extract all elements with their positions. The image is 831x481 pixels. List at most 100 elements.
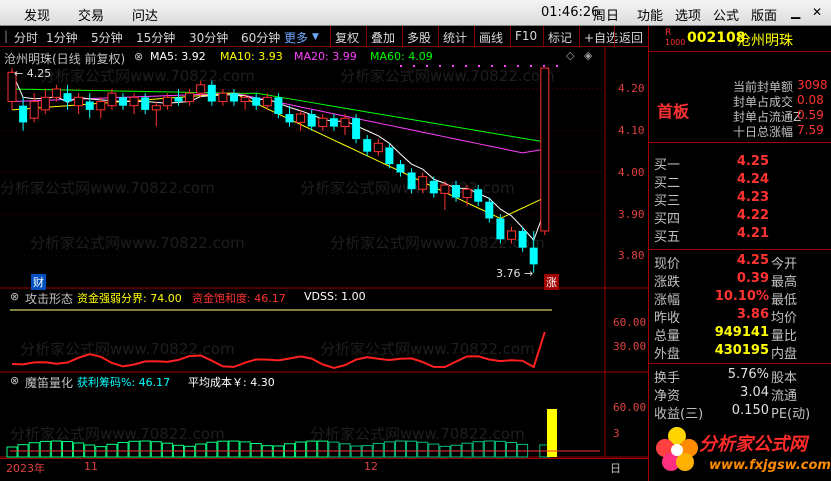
diamond-icon[interactable]: ◇ bbox=[566, 49, 574, 62]
multi-stock-button[interactable]: 多股 bbox=[402, 26, 435, 46]
stat-label: 收益(三) bbox=[654, 407, 704, 422]
menu-ask[interactable]: 问达 bbox=[132, 5, 158, 24]
candle-body-up bbox=[107, 92, 117, 107]
candle-body-down bbox=[474, 189, 483, 202]
indicator1-tick: 30.00 bbox=[613, 340, 647, 353]
draw-line-button[interactable]: 画线 bbox=[474, 26, 507, 46]
indicator1-options-icon[interactable]: ⊗ bbox=[10, 290, 19, 303]
vdss-label: VDSS: 1.00 bbox=[304, 290, 366, 303]
f10-button[interactable]: F10 bbox=[510, 26, 541, 46]
price-tick: 4.00 bbox=[618, 166, 645, 179]
minimize-icon[interactable]: ▁ bbox=[791, 5, 800, 19]
candle-body-up bbox=[151, 105, 161, 111]
tab-60min[interactable]: 60分钟 bbox=[241, 29, 280, 46]
tab-5min[interactable]: 5分钟 bbox=[91, 29, 123, 46]
quote-value: 4.25 bbox=[736, 253, 769, 268]
candle-body-down bbox=[529, 247, 538, 265]
chip-bar bbox=[350, 445, 362, 458]
chip-bar bbox=[239, 441, 251, 458]
tab-intraday[interactable]: 分时 bbox=[14, 29, 38, 46]
chip-bar bbox=[117, 441, 129, 458]
menu-formula[interactable]: 公式 bbox=[713, 5, 739, 24]
chip-bar bbox=[483, 440, 495, 458]
indicator2-options-icon[interactable]: ⊗ bbox=[10, 374, 19, 387]
tab-15min[interactable]: 15分钟 bbox=[136, 29, 175, 46]
quote-row: 昨收 3.86 均价 bbox=[649, 307, 831, 326]
stats-row: 收益(三) 0.150 PE(动) bbox=[649, 403, 831, 422]
menu-layout[interactable]: 版面 bbox=[751, 5, 777, 24]
candle-body-down bbox=[518, 230, 527, 248]
toolbar-grip-icon: | bbox=[4, 29, 9, 43]
chip-bar bbox=[6, 446, 18, 458]
marker-dot bbox=[478, 65, 480, 67]
expand-icon[interactable]: ◈ bbox=[584, 49, 592, 62]
candle-body-up bbox=[129, 96, 139, 107]
saturation-label: 资金饱和度: 46.17 bbox=[192, 292, 286, 305]
chart-options-icon[interactable]: ⊗ bbox=[134, 50, 143, 63]
chip-bar bbox=[328, 441, 340, 458]
indicator2-name: 魔笛量化 bbox=[25, 376, 74, 390]
candle-body-down bbox=[407, 172, 416, 190]
indicator1-tick: 60.00 bbox=[613, 316, 647, 329]
menu-options[interactable]: 选项 bbox=[675, 5, 701, 24]
mark-button[interactable]: 标记 bbox=[543, 26, 576, 46]
marker-dot bbox=[439, 65, 441, 67]
order-book-row: 买四 4.22 bbox=[649, 208, 831, 227]
overlay-button[interactable]: 叠加 bbox=[366, 26, 399, 46]
marker-dot bbox=[413, 65, 415, 67]
marker-dot bbox=[491, 65, 493, 67]
quote-right-label: 内盘 bbox=[771, 347, 798, 362]
quote-right-label: 均价 bbox=[771, 311, 798, 326]
candle-body-up bbox=[196, 84, 206, 94]
chip-bar bbox=[306, 440, 318, 458]
back-button[interactable]: 返回 bbox=[614, 26, 647, 46]
rating-badge-sub: 1000 bbox=[665, 38, 686, 47]
menu-discover[interactable]: 发现 bbox=[24, 5, 50, 24]
marker-dot bbox=[426, 65, 428, 67]
candle-body-up bbox=[440, 184, 450, 194]
order-book-row: 买三 4.23 bbox=[649, 190, 831, 209]
summary-value: 0.08 bbox=[797, 93, 824, 107]
candle-body-down bbox=[119, 97, 127, 106]
candle-body-up bbox=[418, 176, 428, 190]
statistics-button[interactable]: 统计 bbox=[438, 26, 471, 46]
order-book-row: 买一 4.25 bbox=[649, 154, 831, 173]
summary-value: 7.59 bbox=[797, 123, 824, 137]
chip-bar bbox=[95, 446, 107, 458]
chip-bar bbox=[73, 442, 85, 458]
stat-right-label: PE(动) bbox=[771, 407, 811, 422]
price-tick: 4.20 bbox=[618, 82, 645, 95]
candle-body-up bbox=[262, 96, 272, 107]
indicator2-tick: 3 bbox=[613, 427, 620, 440]
quote-right-label: 最高 bbox=[771, 275, 798, 290]
finance-marker[interactable]: 财 bbox=[31, 274, 46, 290]
limit-up-marker[interactable]: 涨 bbox=[544, 274, 559, 290]
chip-bar bbox=[39, 440, 51, 458]
chip-bar bbox=[461, 442, 473, 458]
avg-cost-label: 平均成本￥: 4.30 bbox=[188, 376, 275, 389]
adjust-button[interactable]: 复权 bbox=[330, 26, 363, 46]
menu-function[interactable]: 功能 bbox=[637, 5, 663, 24]
chip-bar bbox=[406, 440, 418, 458]
candle-body-up bbox=[373, 142, 383, 153]
saturation-line bbox=[11, 331, 546, 370]
menu-trade[interactable]: 交易 bbox=[78, 5, 104, 24]
tab-1min[interactable]: 1分钟 bbox=[46, 29, 78, 46]
more-dropdown-icon[interactable]: ▼ bbox=[312, 32, 319, 42]
chip-bar bbox=[150, 441, 162, 458]
quote-label: 涨幅 bbox=[654, 293, 681, 308]
candle-body-up bbox=[296, 113, 306, 123]
close-icon[interactable]: ✕ bbox=[812, 5, 822, 19]
tab-30min[interactable]: 30分钟 bbox=[189, 29, 228, 46]
tab-more[interactable]: 更多 bbox=[284, 29, 308, 46]
quote-row: 涨跌 0.39 最高 bbox=[649, 271, 831, 290]
chip-bar bbox=[228, 440, 240, 458]
date-unit-label: 日 bbox=[610, 462, 621, 475]
quote-row: 现价 4.25 今开 bbox=[649, 253, 831, 272]
summary-value: 0.59 bbox=[797, 108, 824, 122]
stat-right-label: 股本 bbox=[771, 371, 798, 386]
candle-body-up bbox=[185, 92, 195, 103]
quote-value: 3.86 bbox=[736, 307, 769, 322]
ma10-label: MA10: 3.93 bbox=[220, 50, 283, 63]
ma60-label: MA60: 4.09 bbox=[370, 50, 433, 63]
